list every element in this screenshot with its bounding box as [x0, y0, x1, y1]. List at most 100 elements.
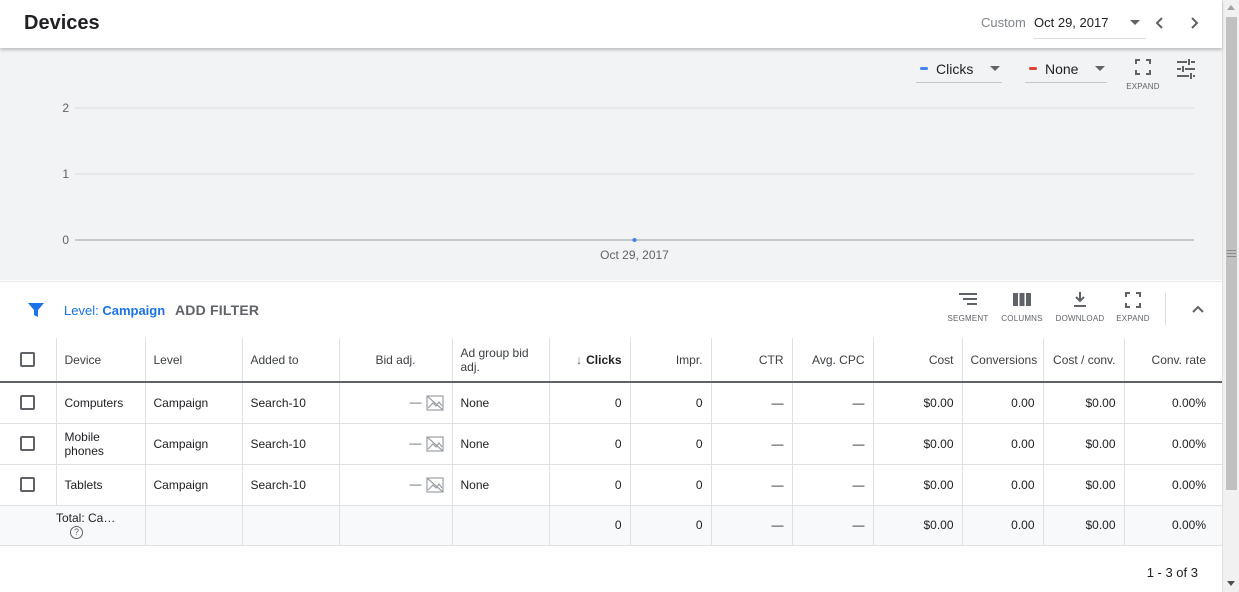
segment-icon — [959, 293, 977, 305]
scroll-down-icon[interactable] — [1227, 581, 1235, 586]
chevron-left-icon — [1155, 17, 1163, 29]
header-clicks-label: Clicks — [586, 352, 622, 367]
cell-impr: 0 — [630, 382, 712, 424]
columns-icon — [1013, 293, 1031, 306]
no-image-icon — [425, 435, 444, 452]
row-checkbox[interactable] — [20, 395, 35, 411]
fullscreen-icon — [1135, 59, 1151, 75]
download-button[interactable]: DOWNLOAD — [1055, 292, 1105, 332]
header-cost[interactable]: Cost — [873, 338, 963, 383]
header-impr[interactable]: Impr. — [630, 338, 712, 383]
cell-clicks: 0 — [549, 382, 631, 424]
header-avg-cpc[interactable]: Avg. CPC — [792, 338, 874, 383]
cell-clicks: 0 — [549, 423, 631, 465]
page-title: Devices — [24, 12, 100, 34]
add-filter-button[interactable]: ADD FILTER — [175, 302, 259, 318]
date-value: Oct 29, 2017 — [1034, 15, 1109, 30]
columns-button[interactable]: COLUMNS — [1000, 292, 1044, 332]
cell-bid-adj[interactable]: — — [339, 464, 453, 506]
level-prefix: Level: — [64, 303, 99, 318]
x-axis-ticks: Oct 29, 2017 — [600, 248, 669, 262]
header-conversions[interactable]: Conversions — [962, 338, 1044, 383]
select-all-checkbox[interactable] — [20, 352, 35, 368]
cell-conv-rate: 0.00% — [1124, 382, 1222, 424]
row-checkbox-cell — [0, 423, 57, 465]
cell-level: Campaign — [145, 464, 243, 506]
y-tick-label: 2 — [62, 101, 69, 115]
table-header-row: Device Level Added to Bid adj. Ad group … — [0, 338, 1222, 383]
row-checkbox[interactable] — [20, 436, 35, 452]
date-range-select[interactable]: Oct 29, 2017 — [1034, 15, 1146, 39]
cell-avg-cpc: — — [792, 423, 874, 465]
help-icon[interactable]: ? — [70, 526, 83, 540]
total-clicks: 0 — [549, 505, 631, 546]
scroll-up-icon[interactable] — [1227, 5, 1235, 10]
page-scrollbar[interactable] — [1222, 0, 1239, 592]
row-checkbox-cell — [0, 382, 57, 424]
table-row[interactable]: Mobile phones Campaign Search-10— None 0 0— — $… — [0, 423, 1222, 465]
next-period-button[interactable] — [1186, 14, 1202, 32]
header-clicks[interactable]: ↓ Clicks — [549, 338, 631, 383]
date-range-label: Custom — [981, 15, 1026, 30]
metric1-swatch — [920, 67, 928, 70]
cell-ctr: — — [711, 464, 793, 506]
cell-cost: $0.00 — [873, 423, 963, 465]
metric2-label: None — [1045, 61, 1079, 77]
chevron-right-icon — [1191, 17, 1199, 29]
filter-icon[interactable] — [27, 301, 45, 319]
line-chart: 0 1 2 Oct 29, 2017 — [62, 101, 1194, 262]
table-row[interactable]: Tablets Campaign Search-10— None 0 0— — $0.00 0.… — [0, 464, 1222, 506]
row-checkbox-cell — [0, 464, 57, 506]
header-bid-adj[interactable]: Bid adj. — [339, 338, 453, 383]
cell-clicks: 0 — [549, 464, 631, 506]
header-conv-rate[interactable]: Conv. rate — [1124, 338, 1222, 383]
chart-expand-button[interactable]: EXPAND — [1124, 58, 1162, 94]
cell-conversions: 0.00 — [962, 382, 1044, 424]
previous-period-button[interactable] — [1152, 14, 1168, 32]
no-image-icon — [425, 476, 444, 493]
table-expand-button[interactable]: EXPAND — [1113, 292, 1153, 332]
collapse-button[interactable] — [1188, 300, 1208, 320]
header-added-to[interactable]: Added to — [242, 338, 340, 383]
header-cost-conv[interactable]: Cost / conv. — [1043, 338, 1125, 383]
cell-conversions: 0.00 — [962, 423, 1044, 465]
metric2-select[interactable]: None — [1025, 58, 1107, 83]
x-tick-label: Oct 29, 2017 — [600, 248, 669, 262]
metric1-select[interactable]: Clicks — [916, 58, 1002, 83]
total-conversions: 0.00 — [962, 505, 1044, 546]
devices-table: Device Level Added to Bid adj. Ad group … — [0, 338, 1222, 546]
header-ad-group-bid-adj[interactable]: Ad group bid adj. — [452, 338, 550, 383]
row-checkbox[interactable] — [20, 477, 35, 493]
chevron-down-icon — [1095, 66, 1105, 71]
cell-avg-cpc: — — [792, 382, 874, 424]
cell-device: Mobile phones — [56, 423, 146, 465]
table-row[interactable]: Computers Campaign Search-10— None 0 0— — $0.00… — [0, 382, 1222, 424]
header-ctr[interactable]: CTR — [711, 338, 793, 383]
chevron-down-icon — [990, 66, 1000, 71]
cell-conv-rate: 0.00% — [1124, 423, 1222, 465]
cell-added-to: Search-10 — [242, 423, 340, 465]
segment-button[interactable]: SEGMENT — [946, 292, 990, 332]
total-cost-conv: $0.00 — [1043, 505, 1125, 546]
bid-adj-value: — — [409, 435, 422, 450]
header-device[interactable]: Device — [56, 338, 146, 383]
data-point[interactable] — [632, 238, 637, 242]
header-level[interactable]: Level — [145, 338, 243, 383]
cell-added-to: Search-10 — [242, 464, 340, 506]
cell-bid-adj[interactable]: — — [339, 423, 453, 465]
cell-device: Tablets — [56, 464, 146, 506]
page-header: Devices Custom Oct 29, 2017 — [0, 0, 1222, 48]
cell-cost-conv: $0.00 — [1043, 464, 1125, 506]
level-value: Campaign — [102, 303, 166, 318]
select-all-cell — [0, 338, 57, 383]
level-filter[interactable]: Level: Campaign — [64, 303, 165, 318]
cell-impr: 0 — [630, 423, 712, 465]
total-conv-rate: 0.00% — [1124, 505, 1222, 546]
cell-bid-adj[interactable]: — — [339, 382, 453, 424]
scroll-grip-icon — [1227, 250, 1236, 257]
cell-ad-group-bid-adj: None — [452, 464, 550, 506]
cell-ctr: — — [711, 423, 793, 465]
chart-settings-button[interactable] — [1174, 58, 1198, 80]
cell-cost: $0.00 — [873, 382, 963, 424]
chart-series — [632, 238, 637, 242]
